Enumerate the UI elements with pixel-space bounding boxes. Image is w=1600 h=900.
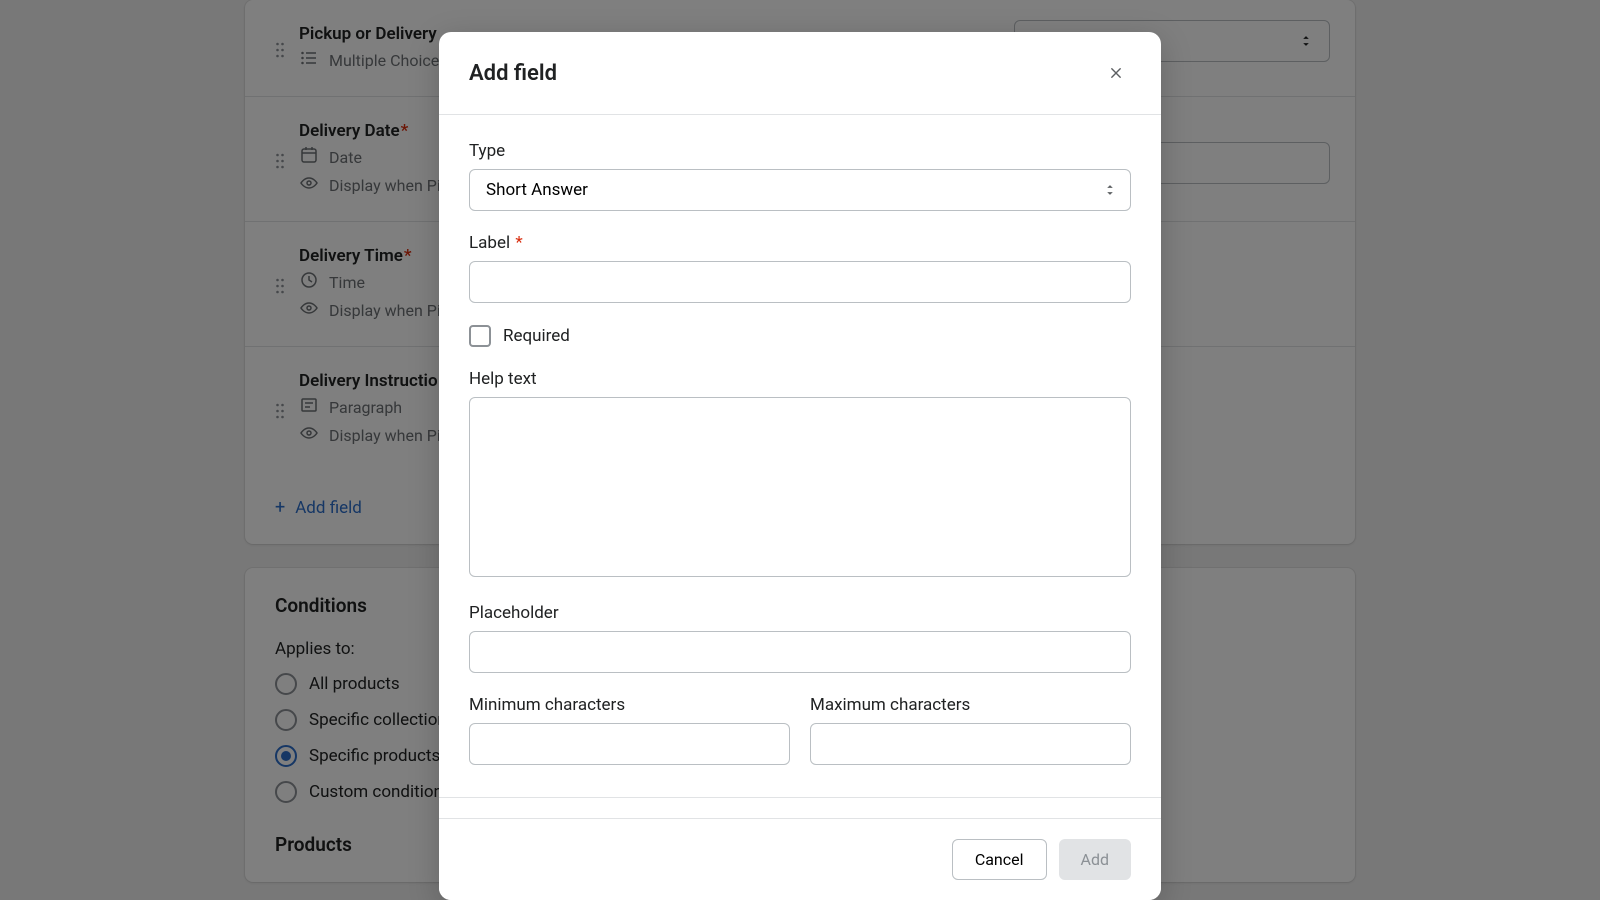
modal-title: Add field [469,61,557,86]
modal-header: Add field [439,32,1161,115]
placeholder-label: Placeholder [469,603,1131,623]
label-input[interactable] [469,261,1131,303]
required-label: Required [503,326,570,346]
placeholder-input[interactable] [469,631,1131,673]
add-field-modal: Add field Type Short Answer [439,32,1161,900]
label-label: Label * [469,233,1131,253]
max-chars-label: Maximum characters [810,695,1131,715]
modal-body: Type Short Answer Label * [439,115,1161,818]
cancel-button[interactable]: Cancel [952,839,1047,880]
max-chars-input[interactable] [810,723,1131,765]
add-button[interactable]: Add [1059,839,1131,880]
required-checkbox[interactable] [469,325,491,347]
modal-footer: Cancel Add [439,818,1161,900]
type-label: Type [469,141,1131,161]
modal-overlay: Add field Type Short Answer [0,0,1600,900]
help-text-input[interactable] [469,397,1131,577]
min-chars-input[interactable] [469,723,790,765]
close-icon [1109,66,1123,80]
type-select[interactable]: Short Answer [469,169,1131,211]
help-text-label: Help text [469,369,1131,389]
close-button[interactable] [1101,58,1131,88]
min-chars-label: Minimum characters [469,695,790,715]
